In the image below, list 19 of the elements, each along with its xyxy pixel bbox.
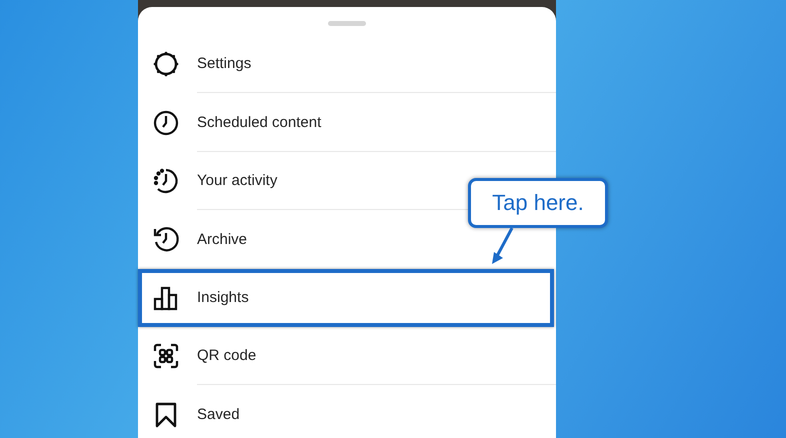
menu-item[interactable]: Insights	[138, 268, 554, 327]
history-icon	[152, 225, 180, 254]
menu-item-label: Settings	[197, 55, 252, 72]
dotted-clock-icon	[152, 166, 180, 195]
menu-item[interactable]: QR code	[138, 326, 556, 386]
gear-icon	[152, 50, 180, 78]
menu-item[interactable]: Saved	[138, 385, 556, 438]
menu-item[interactable]: Settings	[138, 35, 556, 94]
menu-item-label: Insights	[197, 289, 249, 306]
menu-item-label: Archive	[197, 230, 248, 248]
menu-item-label: QR code	[197, 347, 256, 364]
qr-code-icon	[152, 342, 180, 370]
menu-item-label: Saved	[197, 406, 240, 424]
drag-handle[interactable]	[328, 21, 366, 26]
clock-icon	[152, 108, 180, 137]
menu-item-label: Your activity	[197, 172, 278, 189]
menu-item[interactable]: Scheduled content	[138, 93, 556, 152]
menu-item-label: Scheduled content	[197, 114, 322, 131]
callout-tooltip: Tap here.	[468, 178, 608, 228]
